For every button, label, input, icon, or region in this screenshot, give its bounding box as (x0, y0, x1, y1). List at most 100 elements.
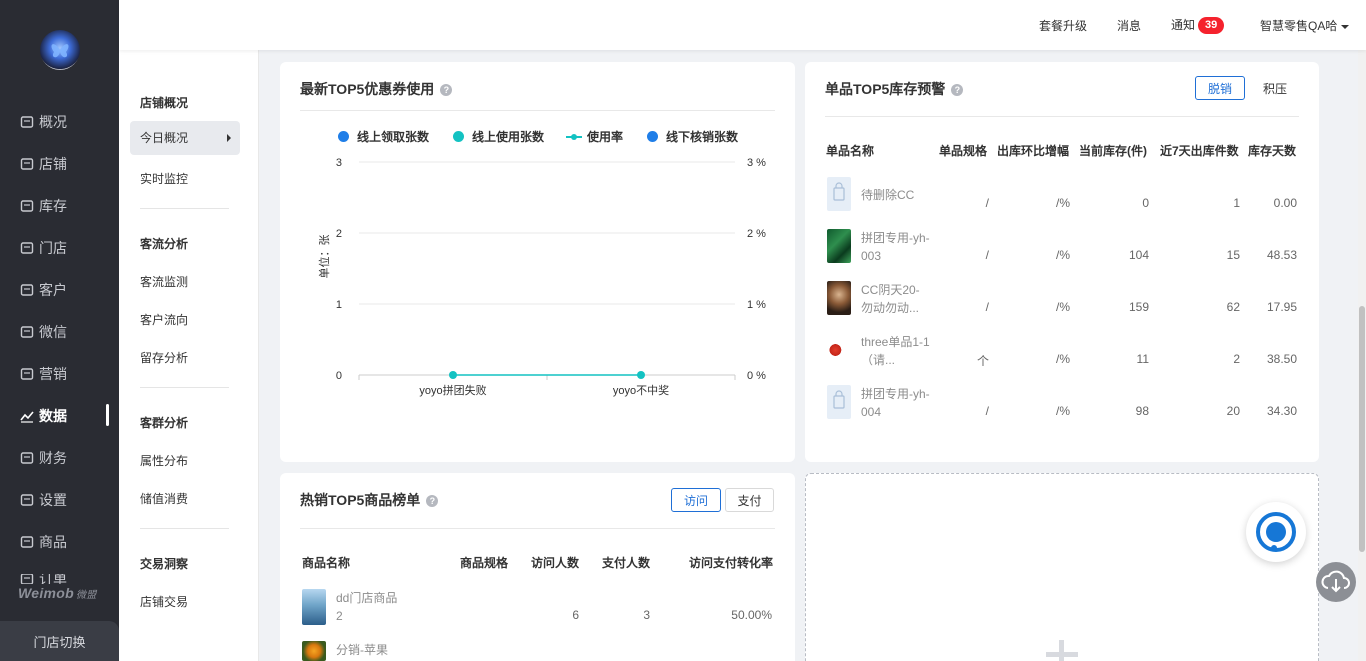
stock-column-header: 近7天出库件数 (1160, 144, 1239, 158)
stock-product-name[interactable]: 待删除CC (861, 186, 931, 204)
data-icon (20, 409, 34, 423)
headset-icon (1256, 512, 1296, 552)
hot-column-header: 支付人数 (602, 556, 651, 570)
stock-cell: /% (1055, 352, 1070, 366)
user-menu[interactable]: 智慧零售QA哈 (1260, 17, 1350, 34)
stock-cell: 159 (1128, 300, 1149, 314)
subnav-item-attributes[interactable]: 属性分布 (140, 452, 188, 469)
subnav-group-title: 客流分析 (140, 237, 189, 251)
y-tick-label: 3 (336, 157, 342, 169)
finance-icon (20, 451, 34, 465)
sidebar-item-customer[interactable]: 客户 (20, 280, 67, 300)
stock-cell: /% (1055, 404, 1070, 418)
y2-tick-label: 1 % (747, 299, 766, 311)
help-icon[interactable]: ? (440, 84, 453, 96)
subnav-item-today[interactable]: 今日概况 (130, 121, 240, 155)
store-icon (20, 157, 34, 171)
legend-online-use[interactable]: 线上使用张数 (453, 128, 544, 145)
messages-link[interactable]: 消息 (1117, 17, 1141, 34)
top-header: 套餐升级 消息 通知 39 智慧零售QA哈 (119, 0, 1366, 50)
legend-dot-icon (453, 131, 464, 142)
subnav-item-stored-value[interactable]: 储值消费 (140, 490, 188, 507)
y2-tick-label: 3 % (747, 157, 766, 169)
tab-out-of-stock[interactable]: 脱销 (1195, 76, 1245, 100)
help-icon[interactable]: ? (426, 495, 439, 507)
stock-cell: 2 (1233, 352, 1240, 366)
y2-tick-label: 2 % (747, 228, 766, 240)
cloud-download-icon (1321, 570, 1350, 593)
sidebar-item-shop[interactable]: 门店 (20, 238, 67, 258)
y-tick-label: 1 (336, 299, 342, 311)
subnav-item-traffic-monitor[interactable]: 客流监测 (140, 273, 188, 290)
divider (140, 528, 229, 529)
stock-cell: 38.50 (1266, 352, 1297, 366)
notify-link[interactable]: 通知 39 (1171, 16, 1225, 35)
tab-visit[interactable]: 访问 (671, 488, 721, 512)
sidebar-item-overview[interactable]: 概况 (20, 112, 67, 132)
stock-cell: / (985, 196, 989, 210)
subnav-group-title: 交易洞察 (140, 557, 189, 571)
divider (140, 208, 229, 209)
product-thumbnail (827, 229, 851, 263)
subnav-item-retention[interactable]: 留存分析 (140, 349, 188, 366)
hot-product-name[interactable]: dd门店商品2 (336, 589, 404, 625)
sidebar-item-wechat[interactable]: 微信 (20, 322, 67, 342)
subnav-item-customer-flow[interactable]: 客户流向 (140, 311, 188, 328)
upgrade-link[interactable]: 套餐升级 (1039, 17, 1087, 34)
stock-cell: / (985, 300, 989, 314)
x-tick-label: yoyo拼团失败 (419, 383, 486, 397)
x-tick-label: yoyo不中奖 (613, 383, 669, 397)
subnav-item-realtime[interactable]: 实时监控 (140, 170, 188, 187)
hot-card-title: 热销TOP5商品榜单? (300, 490, 439, 510)
hot-product-name[interactable]: 分销-苹果 (336, 641, 404, 659)
main-sidebar: 概况 店铺 库存 门店 客户 微信 营销 数据 财务 设置 商品 订单 Weimob 微盟 门店切换 (0, 0, 119, 661)
help-icon[interactable]: ? (951, 84, 964, 96)
store-switch-button[interactable]: 门店切换 (0, 621, 119, 661)
stock-cell: 17.95 (1266, 300, 1297, 314)
app-logo[interactable] (40, 30, 80, 70)
stock-product-name[interactable]: 拼团专用-yh-004 (861, 385, 931, 421)
customer-service-button[interactable] (1246, 502, 1306, 562)
legend-line-icon (566, 133, 582, 140)
sidebar-item-inventory[interactable]: 库存 (20, 196, 67, 216)
legend-online-receive[interactable]: 线上领取张数 (338, 128, 429, 145)
hot-column-header: 商品名称 (302, 556, 351, 570)
add-widget-card[interactable] (805, 473, 1319, 661)
legend-dot-icon (647, 131, 658, 142)
order-icon (20, 574, 34, 584)
subnav-item-store-trade[interactable]: 店铺交易 (140, 593, 188, 610)
sidebar-item-order[interactable]: 订单 (20, 574, 67, 584)
legend-usage-rate[interactable]: 使用率 (566, 128, 623, 145)
stock-cell: 62 (1226, 300, 1240, 314)
tab-pay[interactable]: 支付 (725, 488, 774, 512)
product-thumbnail (302, 589, 326, 625)
sidebar-item-finance[interactable]: 财务 (20, 448, 67, 468)
hot-cell: 50.00% (731, 608, 772, 622)
subnav-group-title: 店铺概况 (140, 96, 189, 110)
hot-cell: 6 (572, 608, 579, 622)
stock-product-name[interactable]: three单品1-1（请... (861, 333, 931, 369)
sidebar-item-label: 概况 (39, 114, 67, 130)
stock-product-name[interactable]: CC阴天20-勿动勿动... (861, 281, 931, 317)
settings-icon (20, 493, 34, 507)
sidebar-item-settings[interactable]: 设置 (20, 490, 67, 510)
coupon-line-chart: 3 3 % 2 2 % 1 1 % 0 0 % yoyo拼团失败 yoyo不中奖 单位：张 (317, 157, 766, 397)
divider (825, 116, 1299, 117)
product-thumbnail (302, 641, 326, 661)
sidebar-item-product[interactable]: 商品 (20, 532, 67, 552)
stock-cell: 1 (1233, 196, 1240, 210)
tab-overstock[interactable]: 积压 (1250, 76, 1300, 100)
stock-cell: / (985, 404, 989, 418)
y2-tick-label: 0 % (747, 370, 766, 382)
sidebar-item-marketing[interactable]: 营销 (20, 364, 67, 384)
download-button[interactable] (1316, 562, 1356, 602)
divider (300, 110, 775, 111)
hot-column-header: 访问支付转化率 (689, 556, 774, 570)
product-thumbnail (827, 333, 851, 367)
stock-product-name[interactable]: 拼团专用-yh-003 (861, 229, 931, 265)
legend-offline[interactable]: 线下核销张数 (647, 128, 738, 145)
y-tick-label: 0 (336, 370, 342, 382)
sidebar-item-data[interactable]: 数据 (20, 406, 67, 426)
sidebar-item-store[interactable]: 店铺 (20, 154, 67, 174)
scrollbar-thumb[interactable] (1359, 306, 1365, 552)
